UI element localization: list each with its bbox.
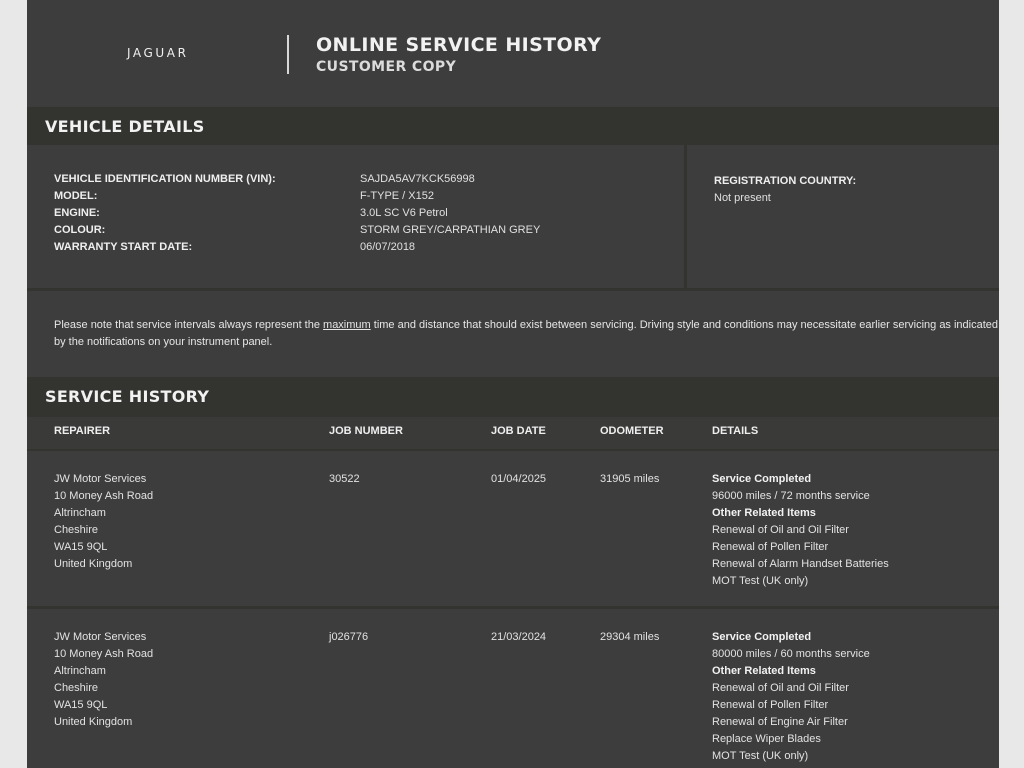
related-item: Renewal of Pollen Filter bbox=[712, 541, 829, 553]
registration-value: Not present bbox=[714, 192, 771, 204]
odometer: 29304 miles bbox=[600, 631, 660, 643]
address-line: Cheshire bbox=[54, 524, 99, 536]
field-label: COLOUR: bbox=[54, 224, 106, 236]
address-line: JW Motor Services bbox=[54, 473, 147, 485]
related-item: Renewal of Pollen Filter bbox=[712, 699, 829, 711]
table-row: JW Motor Services 10 Money Ash Road Altr… bbox=[27, 451, 999, 606]
other-items-label: Other Related Items bbox=[712, 665, 816, 677]
table-row: JW Motor Services 10 Money Ash Road Altr… bbox=[27, 609, 999, 768]
address-line: JW Motor Services bbox=[54, 631, 147, 643]
address-line: WA15 9QL bbox=[54, 541, 108, 553]
page-title: ONLINE SERVICE HISTORY bbox=[316, 34, 602, 56]
column-header-job-number: JOB NUMBER bbox=[329, 425, 403, 437]
related-item: Renewal of Oil and Oil Filter bbox=[712, 524, 849, 536]
related-item: Renewal of Engine Air Filter bbox=[712, 716, 848, 728]
service-completed-label: Service Completed bbox=[712, 631, 812, 643]
vehicle-fields: VEHICLE IDENTIFICATION NUMBER (VIN): SAJ… bbox=[27, 145, 684, 288]
field-value: F-TYPE / X152 bbox=[360, 190, 434, 202]
job-number: 30522 bbox=[329, 473, 360, 485]
vehicle-details-panel: VEHICLE IDENTIFICATION NUMBER (VIN): SAJ… bbox=[27, 145, 999, 288]
notice-text: Please note that service intervals alway… bbox=[54, 319, 324, 331]
address-line: Cheshire bbox=[54, 682, 99, 694]
job-details: Service Completed 96000 miles / 72 month… bbox=[712, 471, 889, 590]
related-item: Renewal of Oil and Oil Filter bbox=[712, 682, 849, 694]
job-date: 01/04/2025 bbox=[491, 473, 547, 485]
page-subtitle: CUSTOMER COPY bbox=[316, 59, 457, 75]
header-divider bbox=[287, 35, 289, 74]
address-line: Altrincham bbox=[54, 507, 106, 519]
service-table-header: REPAIRER JOB NUMBER JOB DATE ODOMETER DE… bbox=[27, 417, 999, 451]
address-line: United Kingdom bbox=[54, 558, 133, 570]
column-header-details: DETAILS bbox=[712, 425, 759, 437]
field-label: MODEL: bbox=[54, 190, 98, 202]
service-history-heading: SERVICE HISTORY bbox=[27, 377, 999, 417]
related-item: MOT Test (UK only) bbox=[712, 575, 809, 587]
brand-logo: JAGUAR bbox=[127, 46, 189, 60]
repairer-address: JW Motor Services 10 Money Ash Road Altr… bbox=[54, 471, 153, 573]
field-value: 06/07/2018 bbox=[360, 241, 416, 253]
registration-label: REGISTRATION COUNTRY: bbox=[714, 175, 857, 187]
address-line: WA15 9QL bbox=[54, 699, 108, 711]
repairer-address: JW Motor Services 10 Money Ash Road Altr… bbox=[54, 629, 153, 731]
service-description: 96000 miles / 72 months service bbox=[712, 490, 870, 502]
vehicle-details-heading: VEHICLE DETAILS bbox=[27, 107, 999, 145]
registration-block: REGISTRATION COUNTRY: Not present bbox=[714, 173, 856, 207]
field-value: 3.0L SC V6 Petrol bbox=[360, 207, 448, 219]
field-value: STORM GREY/CARPATHIAN GREY bbox=[360, 224, 541, 236]
vehicle-column-divider bbox=[684, 145, 687, 288]
related-item: Replace Wiper Blades bbox=[712, 733, 821, 745]
job-details: Service Completed 80000 miles / 60 month… bbox=[712, 629, 870, 765]
column-header-job-date: JOB DATE bbox=[491, 425, 546, 437]
related-item: Renewal of Alarm Handset Batteries bbox=[712, 558, 889, 570]
notice-emphasis: maximum bbox=[323, 319, 371, 331]
job-number: j026776 bbox=[329, 631, 369, 643]
service-description: 80000 miles / 60 months service bbox=[712, 648, 870, 660]
address-line: 10 Money Ash Road bbox=[54, 490, 154, 502]
masthead: JAGUAR ONLINE SERVICE HISTORY CUSTOMER C… bbox=[27, 0, 999, 107]
service-completed-label: Service Completed bbox=[712, 473, 812, 485]
address-line: Altrincham bbox=[54, 665, 106, 677]
odometer: 31905 miles bbox=[600, 473, 660, 485]
field-label: VEHICLE IDENTIFICATION NUMBER (VIN): bbox=[54, 173, 276, 185]
column-header-odometer: ODOMETER bbox=[600, 425, 664, 437]
job-date: 21/03/2024 bbox=[491, 631, 547, 643]
address-line: United Kingdom bbox=[54, 716, 133, 728]
field-label: ENGINE: bbox=[54, 207, 100, 219]
related-item: MOT Test (UK only) bbox=[712, 750, 809, 762]
address-line: 10 Money Ash Road bbox=[54, 648, 154, 660]
field-label: WARRANTY START DATE: bbox=[54, 241, 193, 253]
service-interval-notice: Please note that service intervals alway… bbox=[27, 291, 999, 377]
column-header-repairer: REPAIRER bbox=[54, 425, 111, 437]
other-items-label: Other Related Items bbox=[712, 507, 816, 519]
field-value: SAJDA5AV7KCK56998 bbox=[360, 173, 475, 185]
service-history-page: JAGUAR ONLINE SERVICE HISTORY CUSTOMER C… bbox=[27, 0, 999, 768]
